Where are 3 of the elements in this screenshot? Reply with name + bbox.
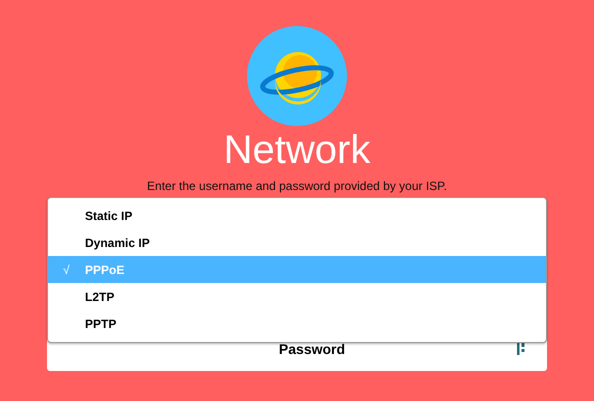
instruction-text: Enter the username and password provided by your ISP. (147, 179, 447, 193)
check-mark: √ (63, 262, 70, 276)
page-title: Network (224, 127, 370, 173)
